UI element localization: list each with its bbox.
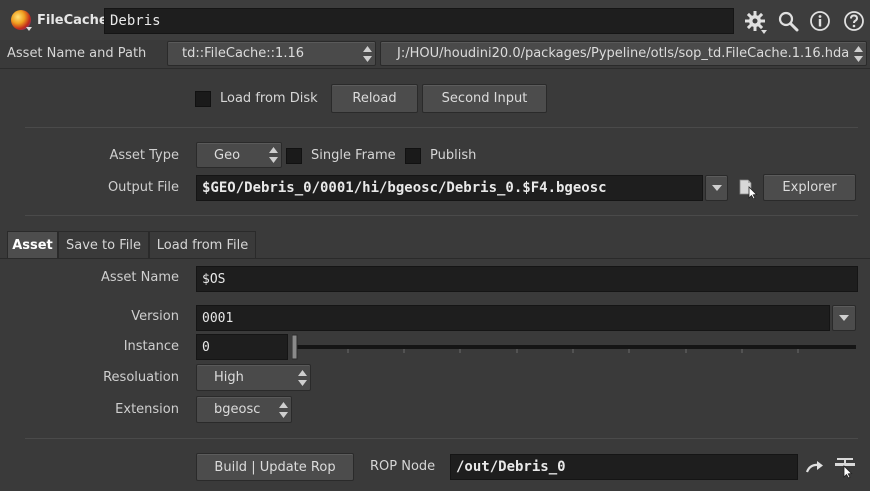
search-icon[interactable] [776, 9, 800, 33]
separator [25, 215, 858, 216]
instance-field[interactable]: 0 [196, 334, 288, 360]
separator [25, 127, 858, 128]
extension-label: Extension [115, 402, 179, 417]
asset-path-label: Asset Name and Path [7, 46, 147, 61]
load-from-disk-label: Load from Disk [220, 91, 318, 106]
node-color-dropdown-indicator [26, 27, 32, 31]
second-input-button[interactable]: Second Input [422, 84, 547, 113]
instance-slider[interactable] [291, 334, 857, 360]
separator [25, 438, 858, 439]
output-file-label: Output File [107, 180, 179, 195]
chevron-down-icon [839, 315, 849, 321]
file-browse-icon[interactable] [736, 176, 760, 200]
build-update-rop-button[interactable]: Build | Update Rop [196, 453, 354, 481]
asset-definition-value: td::FileCache::1.16 [182, 46, 304, 61]
output-file-field[interactable]: $GEO/Debris_0/0001/hi/bgeosc/Debris_0.$F… [196, 175, 703, 201]
pin-icon[interactable] [832, 454, 858, 480]
rop-node-field[interactable]: /out/Debris_0 [450, 454, 798, 480]
version-dropdown-button[interactable] [832, 305, 856, 331]
single-frame-label: Single Frame [311, 148, 396, 163]
output-file-dropdown-button[interactable] [705, 175, 728, 201]
tab-panel-border [0, 258, 870, 259]
updown-arrows-icon [269, 147, 278, 163]
jump-icon[interactable] [803, 456, 827, 480]
version-label: Version [131, 309, 179, 324]
info-icon[interactable] [808, 9, 832, 33]
updown-arrows-icon [854, 45, 863, 62]
rop-node-label: ROP Node [370, 459, 436, 474]
slider-track [291, 334, 856, 360]
help-icon[interactable] [842, 9, 866, 33]
version-field[interactable]: 0001 [196, 305, 830, 331]
asset-path-value: J:/HOU/houdini20.0/packages/Pypeline/otl… [397, 46, 850, 61]
asset-type-label: Asset Type [109, 148, 179, 163]
node-name-field[interactable]: Debris [104, 8, 734, 34]
single-frame-checkbox[interactable] [286, 148, 302, 164]
resolution-value: High [214, 370, 244, 385]
asset-name-field[interactable]: $OS [196, 266, 858, 292]
updown-arrows-icon [298, 369, 307, 386]
asset-type-value: Geo [214, 147, 241, 163]
tab-load-from-file[interactable]: Load from File [149, 231, 256, 258]
asset-name-label: Asset Name [100, 270, 179, 285]
tab-save-to-file[interactable]: Save to File [58, 231, 149, 258]
tab-asset[interactable]: Asset [7, 231, 58, 258]
extension-value: bgeosc [214, 402, 261, 417]
resolution-label: Resoluation [103, 370, 179, 385]
resolution-menu[interactable]: High [196, 364, 311, 391]
asset-path-menu[interactable]: J:/HOU/houdini20.0/packages/Pypeline/otl… [380, 41, 867, 66]
load-from-disk-checkbox[interactable] [195, 91, 211, 107]
publish-label: Publish [430, 148, 477, 163]
publish-checkbox[interactable] [405, 148, 421, 164]
extension-menu[interactable]: bgeosc [196, 396, 292, 423]
updown-arrows-icon [363, 45, 372, 62]
gear-dropdown-indicator [761, 30, 767, 34]
asset-type-menu[interactable]: Geo [196, 142, 282, 168]
reload-button[interactable]: Reload [331, 84, 418, 113]
chevron-down-icon [711, 185, 722, 191]
updown-arrows-icon [279, 401, 288, 418]
node-type-label: FileCache [37, 13, 108, 28]
instance-label: Instance [123, 339, 179, 354]
explorer-button[interactable]: Explorer [763, 174, 856, 201]
asset-definition-menu[interactable]: td::FileCache::1.16 [167, 41, 376, 66]
